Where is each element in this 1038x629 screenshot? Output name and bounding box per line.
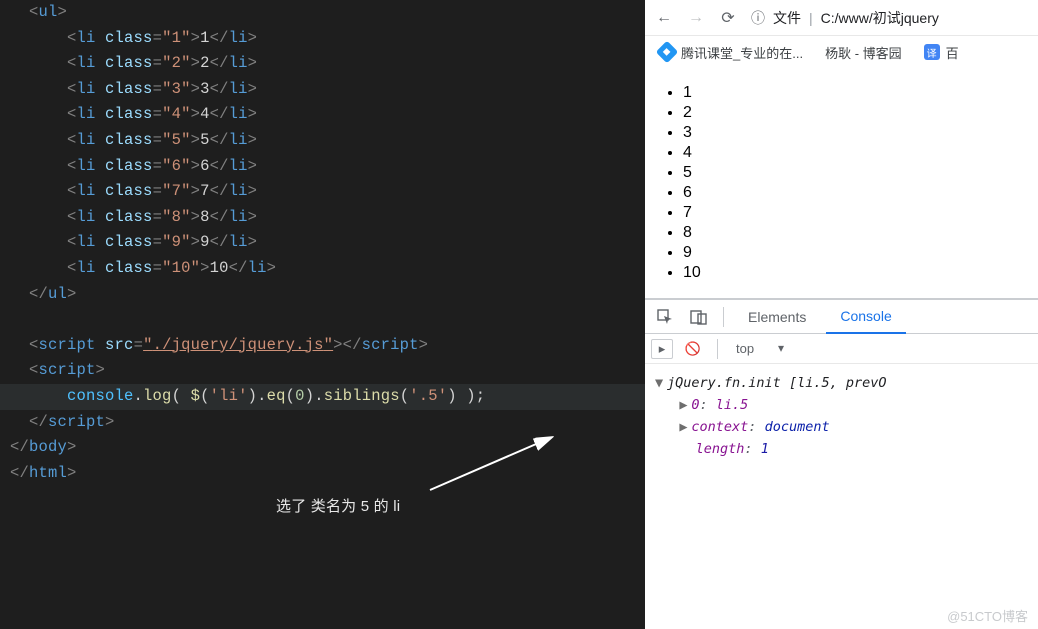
code-line: <li class="5">5</li> xyxy=(10,128,645,154)
annotation-text: 选了 类名为 5 的 li xyxy=(276,494,400,520)
annotation-arrow xyxy=(420,430,570,500)
bookmarks-bar: ◆ 腾讯课堂_专业的在... 杨耿 - 博客园 译 百 xyxy=(645,36,1038,68)
code-editor[interactable]: <ul> <li class="1">1</li> <li class="2">… xyxy=(0,0,645,629)
url-bar[interactable]: ⓘ 文件 | C:/www/初试jquery xyxy=(751,8,939,28)
list-item: 3 xyxy=(683,124,1024,142)
code-line: <li class="8">8</li> xyxy=(10,205,645,231)
list-item: 1 xyxy=(683,84,1024,102)
code-line: <li class="9">9</li> xyxy=(10,230,645,256)
list-item: 2 xyxy=(683,104,1024,122)
device-toggle-icon[interactable] xyxy=(685,303,713,331)
list-item: 10 xyxy=(683,264,1024,282)
page-list: 1 2 3 4 5 6 7 8 9 10 xyxy=(683,84,1024,282)
url-text: C:/www/初试jquery xyxy=(821,8,939,28)
devtools: Elements Console ▸ 🚫 top ▼ jQuery.fn.ini… xyxy=(645,298,1038,629)
code-line: <li class="7">7</li> xyxy=(10,179,645,205)
rendered-page: 1 2 3 4 5 6 7 8 9 10 xyxy=(645,68,1038,298)
inspect-icon[interactable] xyxy=(651,303,679,331)
context-selector[interactable]: top xyxy=(728,339,790,358)
play-icon[interactable]: ▸ xyxy=(651,339,673,359)
reload-button[interactable]: ⟳ xyxy=(719,8,737,28)
bookmark-item[interactable]: 杨耿 - 博客园 xyxy=(825,43,902,62)
list-item: 5 xyxy=(683,164,1024,182)
code-line: <li class="1">1</li> xyxy=(10,26,645,52)
tab-elements[interactable]: Elements xyxy=(734,300,820,334)
console-output[interactable]: ▼ jQuery.fn.init [li.5, prevO ▶ 0: li.5 … xyxy=(645,364,1038,468)
code-line: <li class="3">3</li> xyxy=(10,77,645,103)
script-src: "./jquery/jquery.js" xyxy=(143,336,333,354)
list-item: 4 xyxy=(683,144,1024,162)
forward-button[interactable]: → xyxy=(687,9,705,27)
browser-panel: ← → ⟳ ⓘ 文件 | C:/www/初试jquery ◆ 腾讯课堂_专业的在… xyxy=(645,0,1038,629)
tab-console[interactable]: Console xyxy=(826,300,905,334)
list-item: 9 xyxy=(683,244,1024,262)
console-toolbar: ▸ 🚫 top xyxy=(645,334,1038,364)
browser-nav: ← → ⟳ ⓘ 文件 | C:/www/初试jquery xyxy=(645,0,1038,36)
bookmark-item[interactable]: ◆ 腾讯课堂_专业的在... xyxy=(659,43,803,62)
file-label: 文件 xyxy=(773,8,801,28)
list-item: 6 xyxy=(683,184,1024,202)
list-item: 8 xyxy=(683,224,1024,242)
watermark: @51CTO博客 xyxy=(947,606,1028,625)
diamond-icon: ◆ xyxy=(656,41,679,64)
back-button[interactable]: ← xyxy=(655,9,673,27)
console-object-header: jQuery.fn.init xyxy=(667,375,781,391)
info-icon: ⓘ xyxy=(751,8,765,28)
code-line: <li class="4">4</li> xyxy=(10,102,645,128)
list-item: 7 xyxy=(683,204,1024,222)
code-line: <li class="10">10</li> xyxy=(10,256,645,282)
translate-icon: 译 xyxy=(924,44,940,60)
bookmark-item[interactable]: 译 百 xyxy=(924,43,959,62)
devtools-tabs: Elements Console xyxy=(645,300,1038,334)
code-line: <li class="6">6</li> xyxy=(10,154,645,180)
code-line: <li class="2">2</li> xyxy=(10,51,645,77)
highlighted-line: console.log( $('li').eq(0).siblings('.5'… xyxy=(0,384,645,410)
clear-console-icon[interactable]: 🚫 xyxy=(679,335,707,363)
